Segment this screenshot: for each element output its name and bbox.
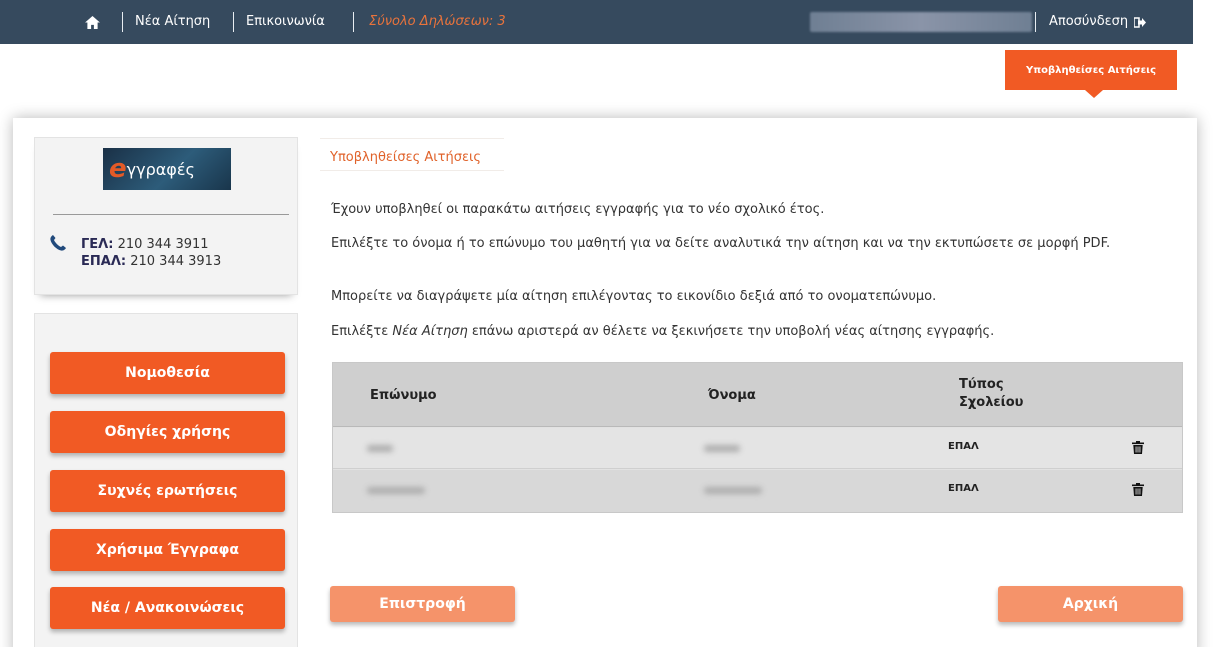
table-header: Επώνυμο Όνομα Τύπος Σχολείου (333, 363, 1182, 427)
nav-divider (122, 12, 123, 32)
phone-gel: ΓΕΛ: 210 344 3911 (81, 236, 221, 253)
phone-numbers: ΓΕΛ: 210 344 3911 ΕΠΑΛ: 210 344 3913 (81, 236, 221, 270)
nav-new-application-link[interactable]: Νέα Αίτηση (135, 0, 210, 44)
eggrafes-logo: e γγραφές (103, 148, 231, 190)
school-type-cell: ΕΠΑΛ (948, 441, 979, 452)
user-name-redacted (810, 12, 1032, 32)
phone-epal: ΕΠΑΛ: 210 344 3913 (81, 253, 221, 270)
sidebar-item-news[interactable]: Νέα / Ανακοινώσεις (50, 587, 285, 629)
phone-gel-number: 210 344 3911 (117, 237, 209, 252)
page-title: Υποβληθείσες Αιτήσεις (330, 150, 482, 165)
total-declarations-text: Σύνολο Δηλώσεων: 3 (369, 14, 506, 29)
nav-divider (353, 12, 354, 32)
nav-divider (233, 12, 234, 32)
school-type-line1: Τύπος (959, 377, 1004, 392)
nav-contact-link[interactable]: Επικοινωνία (246, 0, 325, 44)
info-paragraph-4: Επιλέξτε Νέα Αίτηση επάνω αριστερά αν θέ… (331, 322, 1161, 341)
logout-label: Αποσύνδεση (1049, 14, 1129, 29)
phone-gel-label: ΓΕΛ: (81, 237, 114, 252)
p4-new-application: Νέα Αίτηση (392, 324, 468, 339)
table-row: ΕΠΑΛ (333, 470, 1182, 512)
redacted-first-name[interactable] (704, 487, 762, 494)
applications-table: Επώνυμο Όνομα Τύπος Σχολείου ΕΠΑΛ ΕΠΑΛ (332, 362, 1183, 513)
phone-epal-label: ΕΠΑΛ: (81, 254, 127, 269)
phone-icon (50, 235, 66, 251)
sidebar-item-user-guide[interactable]: Οδηγίες χρήσης (50, 411, 285, 453)
school-type-line2: Σχολείου (959, 395, 1024, 410)
divider (53, 214, 289, 215)
trash-icon[interactable] (1132, 441, 1144, 454)
back-button[interactable]: Επιστροφή (330, 586, 515, 622)
info-paragraph-3: Μπορείτε να διαγράψετε μία αίτηση επιλέγ… (331, 289, 937, 304)
info-paragraph-2: Επιλέξτε το όνομα ή το επώνυμο του μαθητ… (331, 236, 1111, 251)
home-icon-glyph (84, 15, 100, 29)
column-header-first-name[interactable]: Όνομα (708, 388, 756, 403)
trash-icon[interactable] (1132, 483, 1144, 496)
top-navbar: Νέα Αίτηση Επικοινωνία Σύνολο Δηλώσεων: … (0, 0, 1193, 44)
submitted-applications-tab[interactable]: Υποβληθείσες Αιτήσεις (1005, 50, 1177, 98)
home-icon[interactable] (79, 0, 105, 44)
p4-prefix: Επιλέξτε (331, 324, 393, 339)
redacted-last-name[interactable] (367, 487, 425, 494)
sidebar-item-useful-documents[interactable]: Χρήσιμα Έγγραφα (50, 529, 285, 571)
sidebar-item-faq[interactable]: Συχνές ερωτήσεις (50, 470, 285, 512)
p4-suffix: επάνω αριστερά αν θέλετε να ξεκινήσετε τ… (467, 324, 995, 339)
redacted-first-name[interactable] (704, 445, 740, 452)
logout-link[interactable]: Αποσύνδεση (1049, 0, 1147, 44)
logo-text: γγραφές (126, 159, 195, 179)
home-button[interactable]: Αρχική (998, 586, 1183, 622)
school-type-cell: ΕΠΑΛ (948, 483, 979, 494)
logo-letter: e (109, 154, 127, 184)
column-header-last-name[interactable]: Επώνυμο (370, 388, 437, 403)
sign-out-icon (1134, 16, 1147, 28)
info-paragraph-1: Έχουν υποβληθεί οι παρακάτω αιτήσεις εγγ… (331, 202, 825, 217)
column-header-school-type[interactable]: Τύπος Σχολείου (959, 376, 1023, 412)
redacted-last-name[interactable] (367, 445, 393, 452)
nav-divider (1035, 12, 1036, 32)
sidebar-item-legislation[interactable]: Νομοθεσία (50, 352, 285, 394)
table-row: ΕΠΑΛ (333, 428, 1182, 469)
contact-panel: e γγραφές ΓΕΛ: 210 344 3911 ΕΠΑΛ: 210 344… (34, 137, 298, 295)
phone-epal-number: 210 344 3913 (130, 254, 222, 269)
